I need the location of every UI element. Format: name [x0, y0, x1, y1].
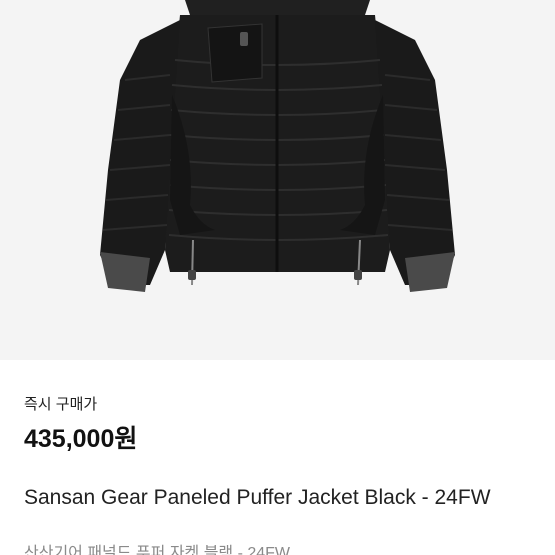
product-image[interactable]	[0, 0, 555, 360]
product-subtitle: 산산기어 패널드 푸퍼 자켓 블랙 - 24FW	[24, 545, 291, 555]
price-label: 즉시 구매가	[24, 396, 98, 413]
product-title: Sansan Gear Paneled Puffer Jacket Black …	[24, 486, 491, 509]
price-section: 즉시 구매가 435,000원	[24, 395, 531, 455]
jacket-image	[100, 0, 455, 292]
price-value: 435,000원	[24, 425, 138, 453]
product-detail-page: 즉시 구매가 435,000원 Sansan Gear Paneled Puff…	[0, 0, 555, 555]
